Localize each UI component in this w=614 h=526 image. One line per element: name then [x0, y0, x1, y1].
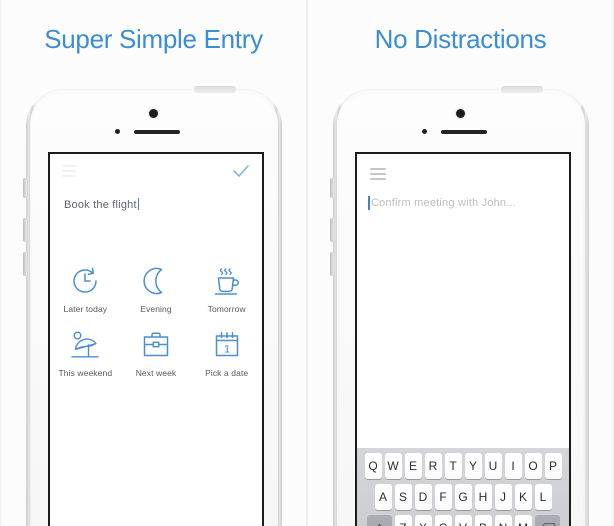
panel-headline-right: No Distractions: [374, 24, 547, 54]
key-s[interactable]: S: [394, 484, 412, 510]
key-y[interactable]: Y: [464, 453, 482, 479]
quick-action-label: Pick a date: [205, 368, 249, 378]
beach-umbrella-icon: [66, 326, 104, 364]
quick-action-tomorrow[interactable]: Tomorrow: [191, 262, 262, 314]
keyboard-row-1: Q W E R T Y U I O P: [357, 453, 569, 479]
silent-switch-left[interactable]: [23, 178, 27, 198]
hamburger-menu-icon[interactable]: [62, 165, 76, 177]
key-r[interactable]: R: [424, 453, 442, 479]
quick-action-label: Next week: [135, 368, 177, 378]
key-w[interactable]: W: [384, 453, 402, 479]
phone-screen-left: Book the flight Later today Evening Tomo…: [48, 152, 264, 526]
clock-arrow-icon: [66, 262, 104, 300]
panel-super-simple-entry: Super Simple Entry Book the flight Later…: [0, 0, 307, 526]
key-o[interactable]: O: [524, 453, 542, 479]
key-v[interactable]: V: [454, 515, 472, 526]
panel-no-distractions: No Distractions Confirm meeting with Joh…: [307, 0, 614, 526]
hamburger-menu-icon[interactable]: [370, 168, 386, 180]
moon-icon: [137, 262, 175, 300]
quick-action-label: Later today: [63, 304, 108, 314]
phone-antenna-notch-right: [501, 86, 543, 93]
coffee-cup-icon: [208, 262, 246, 300]
key-u[interactable]: U: [484, 453, 502, 479]
volume-down-button-left[interactable]: [23, 252, 27, 276]
quick-action-pick-a-date[interactable]: 1 Pick a date: [191, 326, 262, 378]
front-camera-icon-right: [456, 109, 465, 118]
key-f[interactable]: F: [434, 484, 452, 510]
key-t[interactable]: T: [444, 453, 462, 479]
key-h[interactable]: H: [474, 484, 492, 510]
key-a[interactable]: A: [374, 484, 392, 510]
key-l[interactable]: L: [534, 484, 552, 510]
left-edge-border: [0, 0, 2, 526]
front-camera-icon-left: [149, 109, 158, 118]
text-caret: [368, 196, 370, 210]
volume-up-button-left[interactable]: [23, 218, 27, 242]
key-x[interactable]: X: [414, 515, 432, 526]
silent-switch-right[interactable]: [330, 178, 334, 198]
checkmark-icon[interactable]: [232, 163, 250, 179]
quick-action-label: Evening: [140, 304, 172, 314]
app-screen-content-right: Confirm meeting with John... Q W E R T Y…: [357, 154, 569, 526]
task-entry-text[interactable]: Book the flight: [64, 198, 140, 211]
phone-antenna-notch-left: [194, 86, 236, 93]
volume-down-button-right[interactable]: [330, 252, 334, 276]
quick-action-label: Tomorrow: [207, 304, 246, 314]
key-p[interactable]: P: [544, 453, 562, 479]
calendar-day-number: 1: [224, 344, 230, 356]
quick-action-label: This weekend: [58, 368, 113, 378]
key-i[interactable]: I: [504, 453, 522, 479]
quick-action-this-weekend[interactable]: This weekend: [50, 326, 121, 378]
key-b[interactable]: B: [474, 515, 492, 526]
quick-action-later-today[interactable]: Later today: [50, 262, 121, 314]
earpiece-speaker-right: [441, 130, 487, 134]
keyboard-row-3: Z X C V B N M: [357, 515, 569, 526]
key-j[interactable]: J: [494, 484, 512, 510]
briefcase-icon: [137, 326, 175, 364]
note-input-placeholder: Confirm meeting with John...: [371, 197, 516, 209]
app-screenshot: Super Simple Entry Book the flight Later…: [0, 0, 614, 526]
onscreen-keyboard[interactable]: Q W E R T Y U I O P A S D F G H J K L: [357, 448, 569, 526]
task-entry-value: Book the flight: [64, 199, 137, 211]
key-z[interactable]: Z: [394, 515, 412, 526]
key-e[interactable]: E: [404, 453, 422, 479]
keyboard-row-2: A S D F G H J K L: [357, 484, 569, 510]
calendar-icon: 1: [208, 326, 246, 364]
phone-screen-right: Confirm meeting with John... Q W E R T Y…: [355, 152, 571, 526]
quick-action-next-week[interactable]: Next week: [121, 326, 192, 378]
delete-key-icon[interactable]: [534, 515, 560, 526]
earpiece-speaker-left: [134, 130, 180, 134]
panel-headline-left: Super Simple Entry: [44, 24, 263, 54]
key-k[interactable]: K: [514, 484, 532, 510]
quick-action-grid: Later today Evening Tomorrow This weeken…: [50, 262, 262, 378]
note-input-field[interactable]: Confirm meeting with John...: [368, 196, 516, 210]
app-screen-content-left: Book the flight Later today Evening Tomo…: [50, 154, 262, 526]
compose-toolbar: [50, 154, 262, 188]
shift-key-icon[interactable]: [366, 515, 392, 526]
quick-action-evening[interactable]: Evening: [121, 262, 192, 314]
key-g[interactable]: G: [454, 484, 472, 510]
key-m[interactable]: M: [514, 515, 532, 526]
key-q[interactable]: Q: [364, 453, 382, 479]
proximity-sensor-left: [115, 129, 120, 134]
key-n[interactable]: N: [494, 515, 512, 526]
panel-divider: [306, 0, 308, 526]
iphone-device-right: Confirm meeting with John... Q W E R T Y…: [329, 86, 593, 526]
iphone-device-left: Book the flight Later today Evening Tomo…: [22, 86, 286, 526]
text-caret: [137, 198, 140, 210]
key-d[interactable]: D: [414, 484, 432, 510]
proximity-sensor-right: [422, 129, 427, 134]
key-c[interactable]: C: [434, 515, 452, 526]
volume-up-button-right[interactable]: [330, 218, 334, 242]
